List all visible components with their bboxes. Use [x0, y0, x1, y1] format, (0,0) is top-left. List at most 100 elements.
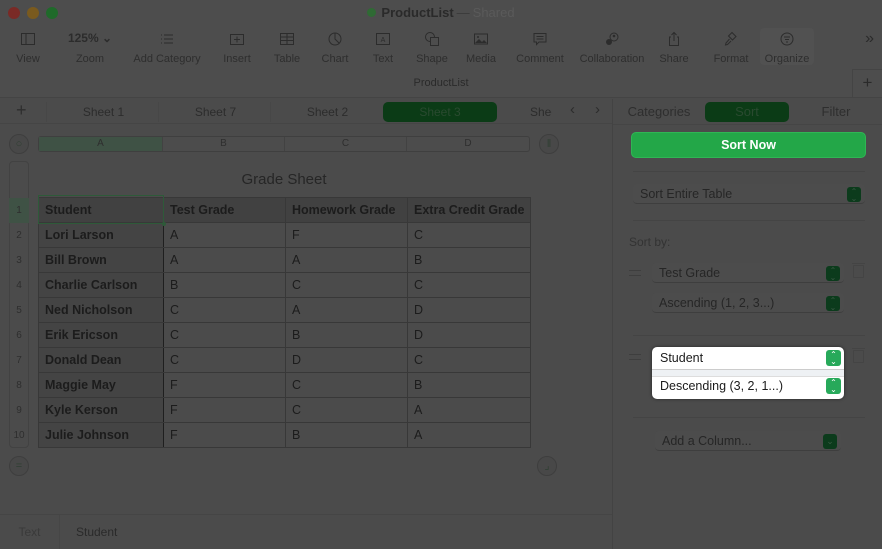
media-button[interactable]: Media	[464, 28, 498, 65]
grade-cell[interactable]: C	[163, 347, 286, 373]
format-button[interactable]: Format	[712, 28, 750, 65]
organize-button[interactable]: Organize	[760, 28, 814, 65]
cell-value[interactable]: Student	[76, 515, 117, 549]
chevron-left-icon[interactable]: ‹	[570, 101, 575, 118]
grade-cell[interactable]: A	[406, 422, 532, 448]
grade-cell[interactable]: C	[406, 222, 532, 248]
row-header-8[interactable]: 8	[9, 373, 29, 398]
row-header-7[interactable]: 7	[9, 348, 29, 373]
add-sidebar-button[interactable]: +	[852, 69, 882, 97]
grade-cell[interactable]: C	[285, 372, 408, 398]
zoom-button[interactable]: 125% ⌄ Zoom	[62, 28, 118, 65]
row-header-6[interactable]: 6	[9, 323, 29, 348]
drag-handle-icon[interactable]	[629, 270, 641, 276]
grade-cell[interactable]: C	[406, 272, 532, 298]
student-name-cell[interactable]: Donald Dean	[38, 347, 164, 373]
header-cell[interactable]: Test Grade	[163, 197, 286, 223]
grade-cell[interactable]: B	[163, 272, 286, 298]
row-header-10[interactable]: 10	[9, 423, 29, 448]
tab-sheet-1[interactable]: Sheet 1	[46, 102, 160, 122]
grade-cell[interactable]: C	[163, 297, 286, 323]
grade-cell[interactable]: B	[285, 422, 408, 448]
grade-cell[interactable]: B	[406, 372, 532, 398]
tab-sort[interactable]: Sort	[705, 102, 789, 122]
insert-button[interactable]: Insert	[221, 28, 253, 65]
comment-button[interactable]: Comment	[513, 28, 567, 65]
grade-cell[interactable]: D	[406, 322, 532, 348]
row-header-9[interactable]: 9	[9, 398, 29, 423]
tab-filter[interactable]: Filter	[809, 102, 863, 122]
grade-cell[interactable]: F	[163, 422, 286, 448]
header-cell[interactable]: Extra Credit Grade	[406, 197, 532, 223]
grade-cell[interactable]: C	[163, 322, 286, 348]
tab-categories[interactable]: Categories	[621, 102, 697, 122]
sort-now-button[interactable]: Sort Now	[631, 132, 866, 158]
chart-button[interactable]: Chart	[319, 28, 351, 65]
tab-sheet-3[interactable]: Sheet 3	[383, 102, 497, 122]
row-header-1[interactable]: 1	[9, 198, 29, 223]
grade-cell[interactable]: F	[163, 372, 286, 398]
resize-table-handle[interactable]: ⌟	[537, 456, 557, 476]
row-header-3[interactable]: 3	[9, 248, 29, 273]
column-header-d[interactable]: D	[407, 137, 529, 151]
cell-format-type[interactable]: Text	[0, 515, 60, 549]
header-cell[interactable]: Student	[38, 197, 164, 223]
more-toolbar-items-button[interactable]: »	[865, 30, 874, 48]
grade-cell[interactable]: C	[285, 397, 408, 423]
student-name-cell[interactable]: Charlie Carlson	[38, 272, 164, 298]
trash-icon[interactable]	[852, 348, 865, 363]
tab-sheet-partial[interactable]: Sheet	[512, 102, 552, 122]
column-header-c[interactable]: C	[285, 137, 407, 151]
grade-cell[interactable]: C	[285, 272, 408, 298]
header-cell[interactable]: Homework Grade	[285, 197, 408, 223]
sort-rule-1-column-select[interactable]: Test Grade ⌃ ⌄	[652, 263, 844, 283]
drag-handle-icon[interactable]	[629, 354, 641, 360]
student-name-cell[interactable]: Maggie May	[38, 372, 164, 398]
add-sheet-button[interactable]: +	[16, 100, 27, 121]
share-button[interactable]: Share	[658, 28, 690, 65]
grade-cell[interactable]: D	[285, 347, 408, 373]
add-column-select[interactable]: Add a Column... ⌄	[655, 431, 841, 451]
student-name-cell[interactable]: Lori Larson	[38, 222, 164, 248]
grade-cell[interactable]: B	[406, 247, 532, 273]
add-row-handle[interactable]: =	[9, 456, 29, 476]
grade-cell[interactable]: B	[285, 322, 408, 348]
tab-sheet-2[interactable]: Sheet 2	[270, 102, 384, 122]
grade-cell[interactable]: C	[406, 347, 532, 373]
grade-cell[interactable]: D	[406, 297, 532, 323]
table-button[interactable]: Table	[272, 28, 302, 65]
sort-rule-1-order-select[interactable]: Ascending (1, 2, 3...) ⌃ ⌄	[652, 293, 844, 313]
table-title[interactable]: Grade Sheet	[38, 171, 530, 188]
row-header-5[interactable]: 5	[9, 298, 29, 323]
sort-rule-2-column-select[interactable]: Student ⌃ ⌄	[652, 347, 844, 369]
grade-cell[interactable]: F	[163, 397, 286, 423]
add-category-button[interactable]: Add Category	[131, 28, 203, 65]
tab-sheet-7[interactable]: Sheet 7	[158, 102, 272, 122]
chevron-right-icon[interactable]: ›	[595, 101, 600, 118]
grade-cell[interactable]: A	[406, 397, 532, 423]
row-header-2[interactable]: 2	[9, 223, 29, 248]
student-name-cell[interactable]: Ned Nicholson	[38, 297, 164, 323]
column-header-b[interactable]: B	[163, 137, 285, 151]
select-table-button[interactable]: ○	[9, 134, 29, 154]
student-name-cell[interactable]: Erik Ericson	[38, 322, 164, 348]
row-header-4[interactable]: 4	[9, 273, 29, 298]
student-name-cell[interactable]: Kyle Kerson	[38, 397, 164, 423]
column-header-a[interactable]: A	[39, 137, 163, 151]
grade-cell[interactable]: A	[163, 247, 286, 273]
add-column-handle[interactable]: ‖	[539, 134, 559, 154]
view-label: View	[16, 53, 40, 65]
trash-icon[interactable]	[852, 263, 865, 278]
sort-scope-select[interactable]: Sort Entire Table ⌃ ⌄	[633, 184, 865, 204]
grade-cell[interactable]: F	[285, 222, 408, 248]
collaboration-button[interactable]: Collaboration	[577, 28, 647, 65]
text-button[interactable]: A Text	[369, 28, 397, 65]
student-name-cell[interactable]: Bill Brown	[38, 247, 164, 273]
student-name-cell[interactable]: Julie Johnson	[38, 422, 164, 448]
sort-rule-2-order-select[interactable]: Descending (3, 2, 1...) ⌃ ⌄	[652, 375, 844, 397]
grade-cell[interactable]: A	[285, 247, 408, 273]
grade-cell[interactable]: A	[285, 297, 408, 323]
view-button[interactable]: View	[14, 28, 42, 65]
shape-button[interactable]: Shape	[414, 28, 450, 65]
grade-cell[interactable]: A	[163, 222, 286, 248]
